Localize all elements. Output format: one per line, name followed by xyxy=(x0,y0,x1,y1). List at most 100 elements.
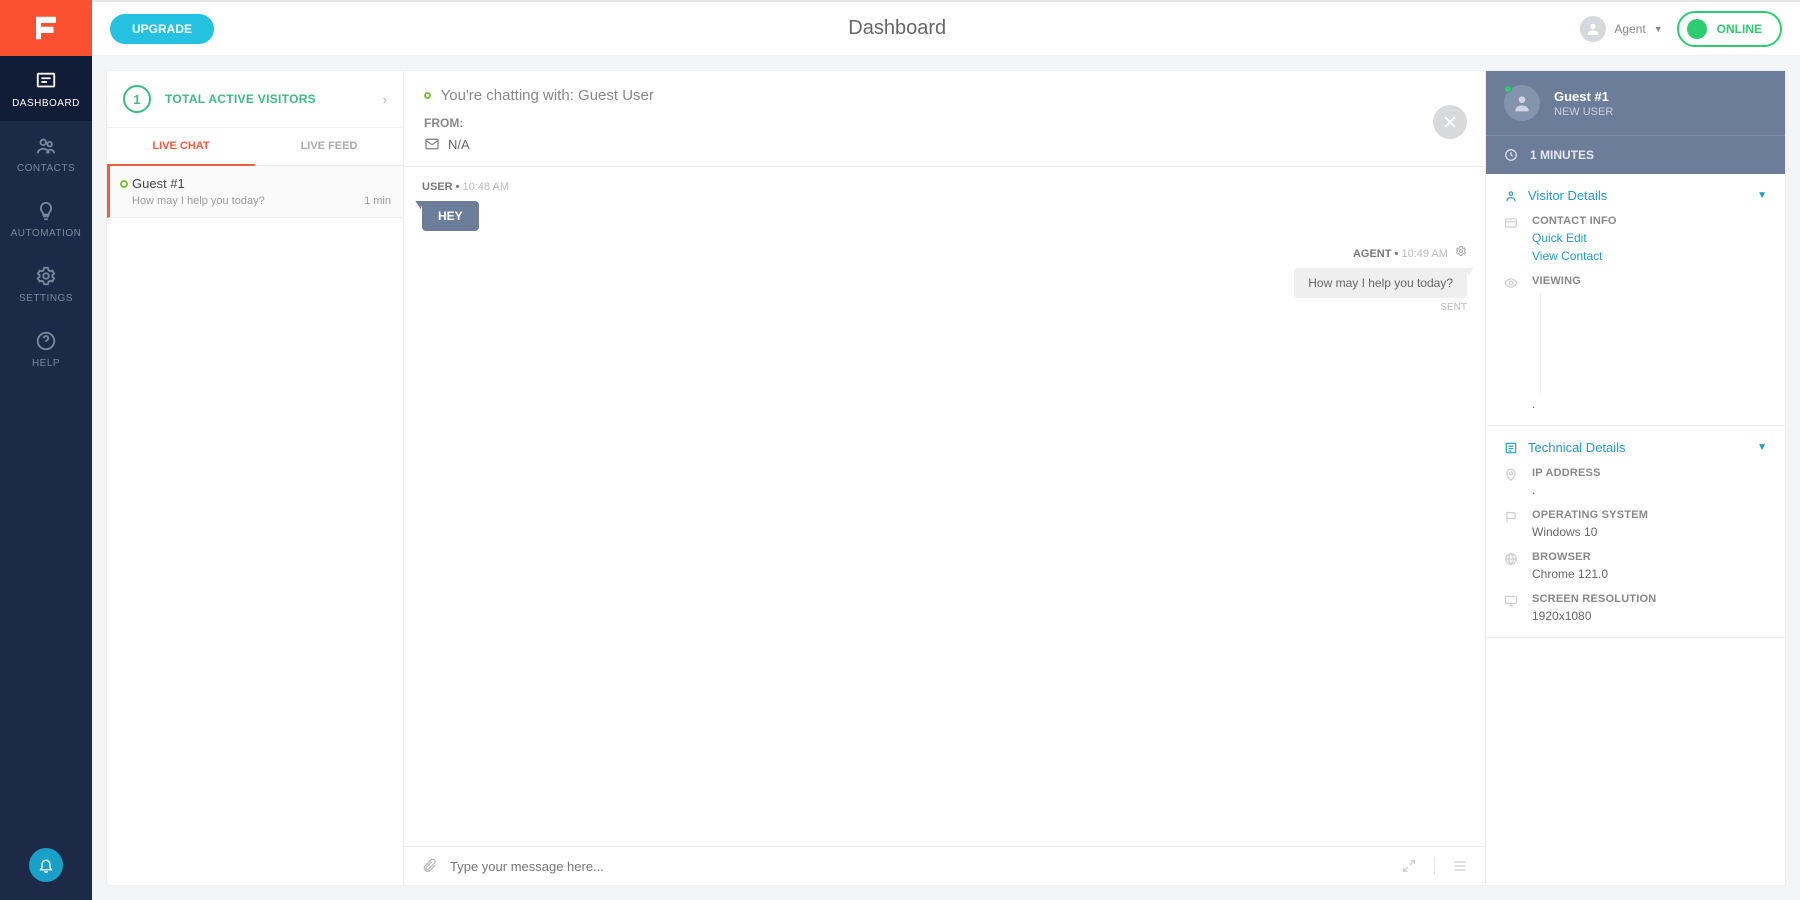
message-agent: AGENT • 10:49 AM How may I help you toda… xyxy=(422,245,1467,313)
visitor-avatar xyxy=(1504,85,1540,121)
composer xyxy=(404,846,1485,885)
avatar xyxy=(1580,16,1606,42)
chat-panel: You're chatting with: Guest User FROM: N… xyxy=(404,70,1486,886)
row-label: VIEWING xyxy=(1532,275,1767,287)
message-status: SENT xyxy=(422,302,1467,313)
chatting-with-label: You're chatting with: Guest User xyxy=(441,87,654,104)
from-label: FROM: xyxy=(424,116,1465,130)
message-bubble: How may I help you today? xyxy=(1294,268,1467,298)
visitor-badge: NEW USER xyxy=(1554,106,1613,118)
row-label: SCREEN RESOLUTION xyxy=(1532,593,1656,605)
nav-label: DASHBOARD xyxy=(12,98,80,109)
chat-list-item[interactable]: Guest #1 How may I help you today? 1 min xyxy=(107,166,403,218)
message-input[interactable] xyxy=(450,859,1388,874)
chevron-down-icon[interactable]: ▼ xyxy=(1757,190,1767,201)
row-value: . xyxy=(1532,397,1767,411)
paperclip-icon xyxy=(421,858,437,874)
technical-details-section: Technical Details ▼ IP ADDRESS . OPERATI… xyxy=(1486,426,1785,638)
nav-item-automation[interactable]: AUTOMATION xyxy=(0,186,92,251)
message-meta: USER • 10:48 AM xyxy=(422,181,1467,193)
resolution-row: SCREEN RESOLUTION 1920x1080 xyxy=(1504,593,1767,623)
nav-item-contacts[interactable]: CONTACTS xyxy=(0,121,92,186)
gear-icon[interactable] xyxy=(1455,248,1467,260)
list-icon xyxy=(1504,441,1518,455)
row-value: . xyxy=(1532,483,1601,497)
view-contact-link[interactable]: View Contact xyxy=(1532,249,1617,263)
chat-list-panel: 1 TOTAL ACTIVE VISITORS › LIVE CHAT LIVE… xyxy=(106,70,404,886)
status-dot-icon xyxy=(1687,19,1707,39)
list-icon xyxy=(1452,858,1468,874)
section-title[interactable]: Visitor Details ▼ xyxy=(1504,188,1767,203)
monitor-icon xyxy=(1504,593,1520,623)
nav-label: HELP xyxy=(32,358,60,369)
message-list: USER • 10:48 AM HEY AGENT • 10:49 AM How… xyxy=(404,167,1485,846)
chevron-down-icon: ▼ xyxy=(1654,24,1663,34)
tab-live-chat[interactable]: LIVE CHAT xyxy=(107,128,255,166)
row-label: CONTACT INFO xyxy=(1532,215,1617,227)
status-toggle[interactable]: ONLINE xyxy=(1677,11,1782,47)
message-user: USER • 10:48 AM HEY xyxy=(422,181,1467,231)
visitor-name: Guest #1 xyxy=(1554,89,1613,104)
os-row: OPERATING SYSTEM Windows 10 xyxy=(1504,509,1767,539)
section-title[interactable]: Technical Details ▼ xyxy=(1504,440,1767,455)
divider xyxy=(1434,857,1435,875)
from-value-text: N/A xyxy=(448,137,470,152)
nav-item-dashboard[interactable]: DASHBOARD xyxy=(0,56,92,121)
visitor-details-section: Visitor Details ▼ CONTACT INFO Quick Edi… xyxy=(1486,174,1785,426)
person-icon xyxy=(1512,93,1532,113)
globe-icon xyxy=(1504,551,1520,581)
chat-item-name: Guest #1 xyxy=(132,176,389,191)
tab-live-feed[interactable]: LIVE FEED xyxy=(255,128,403,166)
from-value: N/A xyxy=(424,136,1465,152)
gear-icon xyxy=(35,265,57,287)
chat-item-elapsed: 1 min xyxy=(364,195,391,207)
agent-menu[interactable]: Agent ▼ xyxy=(1580,16,1662,42)
nav-label: CONTACTS xyxy=(17,163,75,174)
quick-edit-link[interactable]: Quick Edit xyxy=(1532,231,1617,245)
upgrade-button[interactable]: UPGRADE xyxy=(110,14,214,44)
mail-icon xyxy=(424,136,440,152)
status-label: ONLINE xyxy=(1717,22,1762,36)
duration-text: 1 MINUTES xyxy=(1530,148,1594,162)
clock-icon xyxy=(1504,148,1518,162)
attach-button[interactable] xyxy=(420,857,438,875)
expand-button[interactable] xyxy=(1400,857,1418,875)
close-icon xyxy=(1442,114,1458,130)
active-visitors-header[interactable]: 1 TOTAL ACTIVE VISITORS › xyxy=(107,71,403,128)
nav-item-settings[interactable]: SETTINGS xyxy=(0,251,92,316)
message-bubble: HEY xyxy=(422,201,479,231)
close-chat-button[interactable] xyxy=(1433,105,1467,139)
chat-item-preview: How may I help you today? xyxy=(132,195,389,207)
canned-responses-button[interactable] xyxy=(1451,857,1469,875)
card-icon xyxy=(1504,215,1520,263)
row-value: Chrome 121.0 xyxy=(1532,567,1608,581)
flag-icon xyxy=(1504,509,1520,539)
bulb-icon xyxy=(35,200,57,222)
chat-header: You're chatting with: Guest User FROM: N… xyxy=(404,71,1485,167)
composer-tools xyxy=(1400,857,1469,875)
row-value: Windows 10 xyxy=(1532,525,1648,539)
monitor-chat-icon xyxy=(35,70,57,92)
sender-label: AGENT • xyxy=(1353,248,1398,260)
message-time: 10:48 AM xyxy=(463,181,509,193)
row-label: BROWSER xyxy=(1532,551,1608,563)
side-nav: DASHBOARD CONTACTS AUTOMATION SETTINGS H… xyxy=(0,0,92,900)
main: 1 TOTAL ACTIVE VISITORS › LIVE CHAT LIVE… xyxy=(92,56,1800,900)
nav-label: SETTINGS xyxy=(19,293,73,304)
person-icon xyxy=(1585,21,1601,37)
expand-icon xyxy=(1402,859,1416,873)
chat-tabs: LIVE CHAT LIVE FEED xyxy=(107,128,403,166)
row-label: IP ADDRESS xyxy=(1532,467,1601,479)
logo[interactable] xyxy=(0,0,92,56)
presence-dot-icon xyxy=(1504,85,1512,93)
help-icon xyxy=(35,330,57,352)
nav-item-help[interactable]: HELP xyxy=(0,316,92,381)
notifications-button[interactable] xyxy=(29,848,63,882)
pin-icon xyxy=(1504,467,1520,497)
brand-icon xyxy=(31,13,61,43)
visitor-header: Guest #1 NEW USER xyxy=(1486,71,1785,135)
contacts-icon xyxy=(35,135,57,157)
row-value: 1920x1080 xyxy=(1532,609,1656,623)
eye-icon xyxy=(1504,275,1520,411)
chevron-down-icon[interactable]: ▼ xyxy=(1757,442,1767,453)
